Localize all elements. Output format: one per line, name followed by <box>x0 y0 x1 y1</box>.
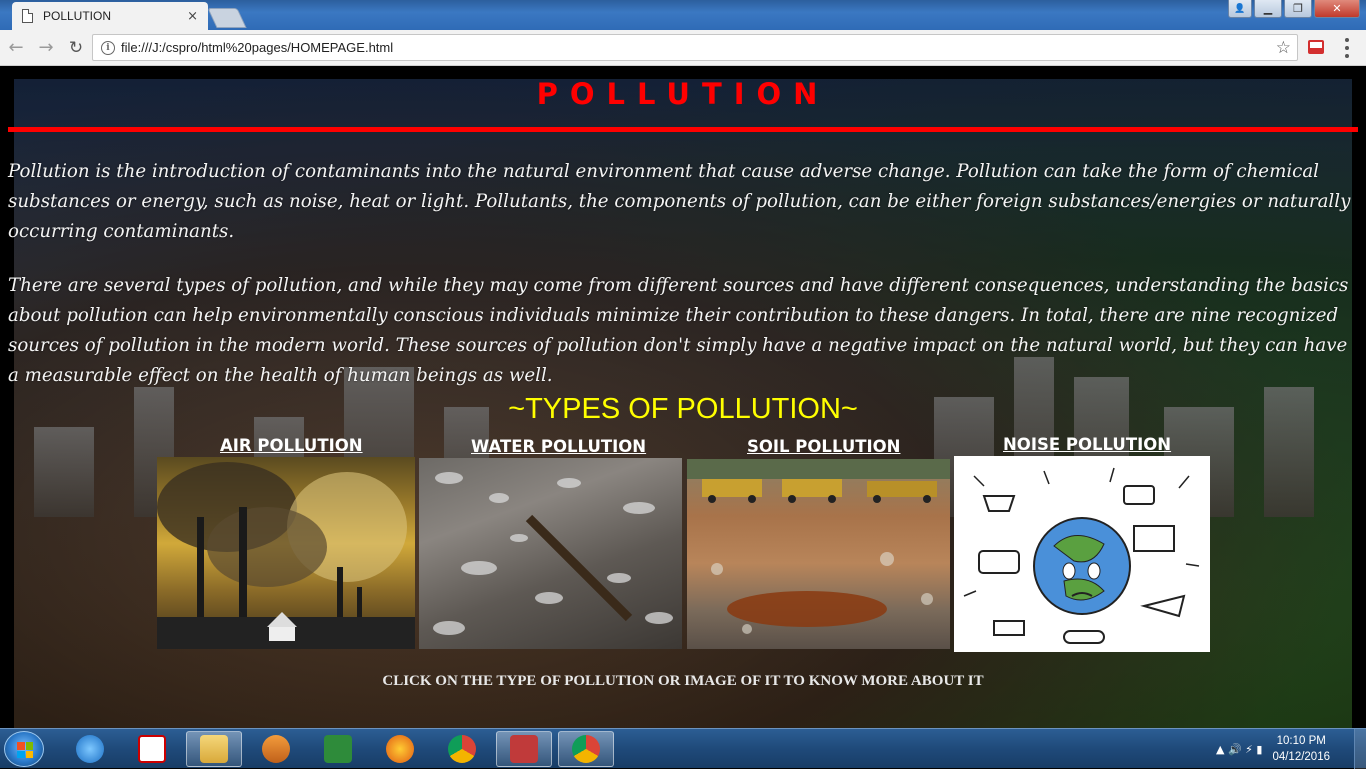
internet-explorer-icon[interactable] <box>62 731 118 767</box>
noise-pollution-link[interactable]: NOISE POLLUTION <box>1003 435 1171 454</box>
clock[interactable]: 10:10 PM 04/12/2016 <box>1272 733 1330 765</box>
instruction-note: CLICK ON THE TYPE OF POLLUTION OR IMAGE … <box>382 673 984 689</box>
air-pollution-link[interactable]: AIR POLLUTION <box>220 436 363 455</box>
soil-pollution-image[interactable] <box>687 459 950 649</box>
clock-time: 10:10 PM <box>1276 735 1326 747</box>
tab-close-icon[interactable]: × <box>187 9 198 24</box>
noise-pollution-image[interactable] <box>954 456 1210 652</box>
window-controls: 👤 ▁ ❐ ✕ <box>1228 0 1360 18</box>
water-pollution-link[interactable]: WATER POLLUTION <box>471 437 646 456</box>
tab-title: POLLUTION <box>43 9 112 23</box>
browser-menu-icon[interactable] <box>1340 38 1354 58</box>
polluted-water-icon <box>433 472 673 635</box>
types-paragraph: There are several types of pollution, an… <box>8 275 1349 386</box>
extension-icon[interactable] <box>1308 40 1324 54</box>
title-divider <box>8 127 1358 132</box>
info-icon[interactable]: i <box>101 40 115 55</box>
app-icon[interactable] <box>496 731 552 767</box>
browser-tab[interactable]: POLLUTION × <box>12 2 208 30</box>
water-pollution-image[interactable] <box>419 458 682 649</box>
page-content: POLLUTION Pollution is the introduction … <box>0 67 1366 728</box>
windows-logo-icon <box>17 742 33 758</box>
intro-paragraph: Pollution is the introduction of contami… <box>8 161 1351 242</box>
maximize-button[interactable]: ❐ <box>1284 0 1312 18</box>
minimize-button[interactable]: ▁ <box>1254 0 1282 18</box>
firefox-icon[interactable] <box>372 731 428 767</box>
user-icon[interactable]: 👤 <box>1228 0 1252 18</box>
show-desktop-button[interactable] <box>1354 729 1366 769</box>
document-icon <box>22 9 33 23</box>
page-title: POLLUTION <box>536 77 830 111</box>
file-explorer-icon[interactable] <box>186 731 242 767</box>
url-text[interactable]: file:///J:/cspro/html%20pages/HOMEPAGE.h… <box>121 40 1276 55</box>
chrome-icon[interactable] <box>434 731 490 767</box>
address-bar[interactable]: i file:///J:/cspro/html%20pages/HOMEPAGE… <box>92 34 1298 61</box>
browser-titlebar: POLLUTION × 👤 ▁ ❐ ✕ <box>0 0 1366 30</box>
new-tab-button[interactable] <box>207 8 247 28</box>
back-button[interactable]: ← <box>2 34 30 62</box>
media-player-icon[interactable] <box>248 731 304 767</box>
windows-taskbar: ▲ 🔊 ⚡ ▮ 10:10 PM 04/12/2016 <box>0 728 1366 769</box>
forward-button[interactable]: → <box>32 34 60 62</box>
excel-icon[interactable] <box>310 731 366 767</box>
air-pollution-image[interactable] <box>157 457 415 649</box>
reload-button[interactable]: ↻ <box>62 34 90 62</box>
tray-icons[interactable]: ▲ 🔊 ⚡ ▮ <box>1216 743 1262 756</box>
start-button[interactable] <box>4 731 44 767</box>
bookmark-star-icon[interactable]: ☆ <box>1276 38 1291 58</box>
factory-smoke-icon <box>157 462 415 649</box>
landfill-trucks-icon <box>687 459 950 634</box>
types-heading: ~TYPES OF POLLUTION~ <box>508 393 858 425</box>
noisy-earth-cartoon-icon <box>963 467 1200 644</box>
clock-date: 04/12/2016 <box>1272 751 1330 763</box>
soil-pollution-link[interactable]: SOIL POLLUTION <box>747 437 901 456</box>
iball-icon[interactable] <box>124 731 180 767</box>
system-tray: ▲ 🔊 ⚡ ▮ 10:10 PM 04/12/2016 <box>1216 729 1366 769</box>
close-window-button[interactable]: ✕ <box>1314 0 1360 18</box>
chrome-active-icon[interactable] <box>558 731 614 767</box>
browser-toolbar: ← → ↻ i file:///J:/cspro/html%20pages/HO… <box>0 30 1366 66</box>
